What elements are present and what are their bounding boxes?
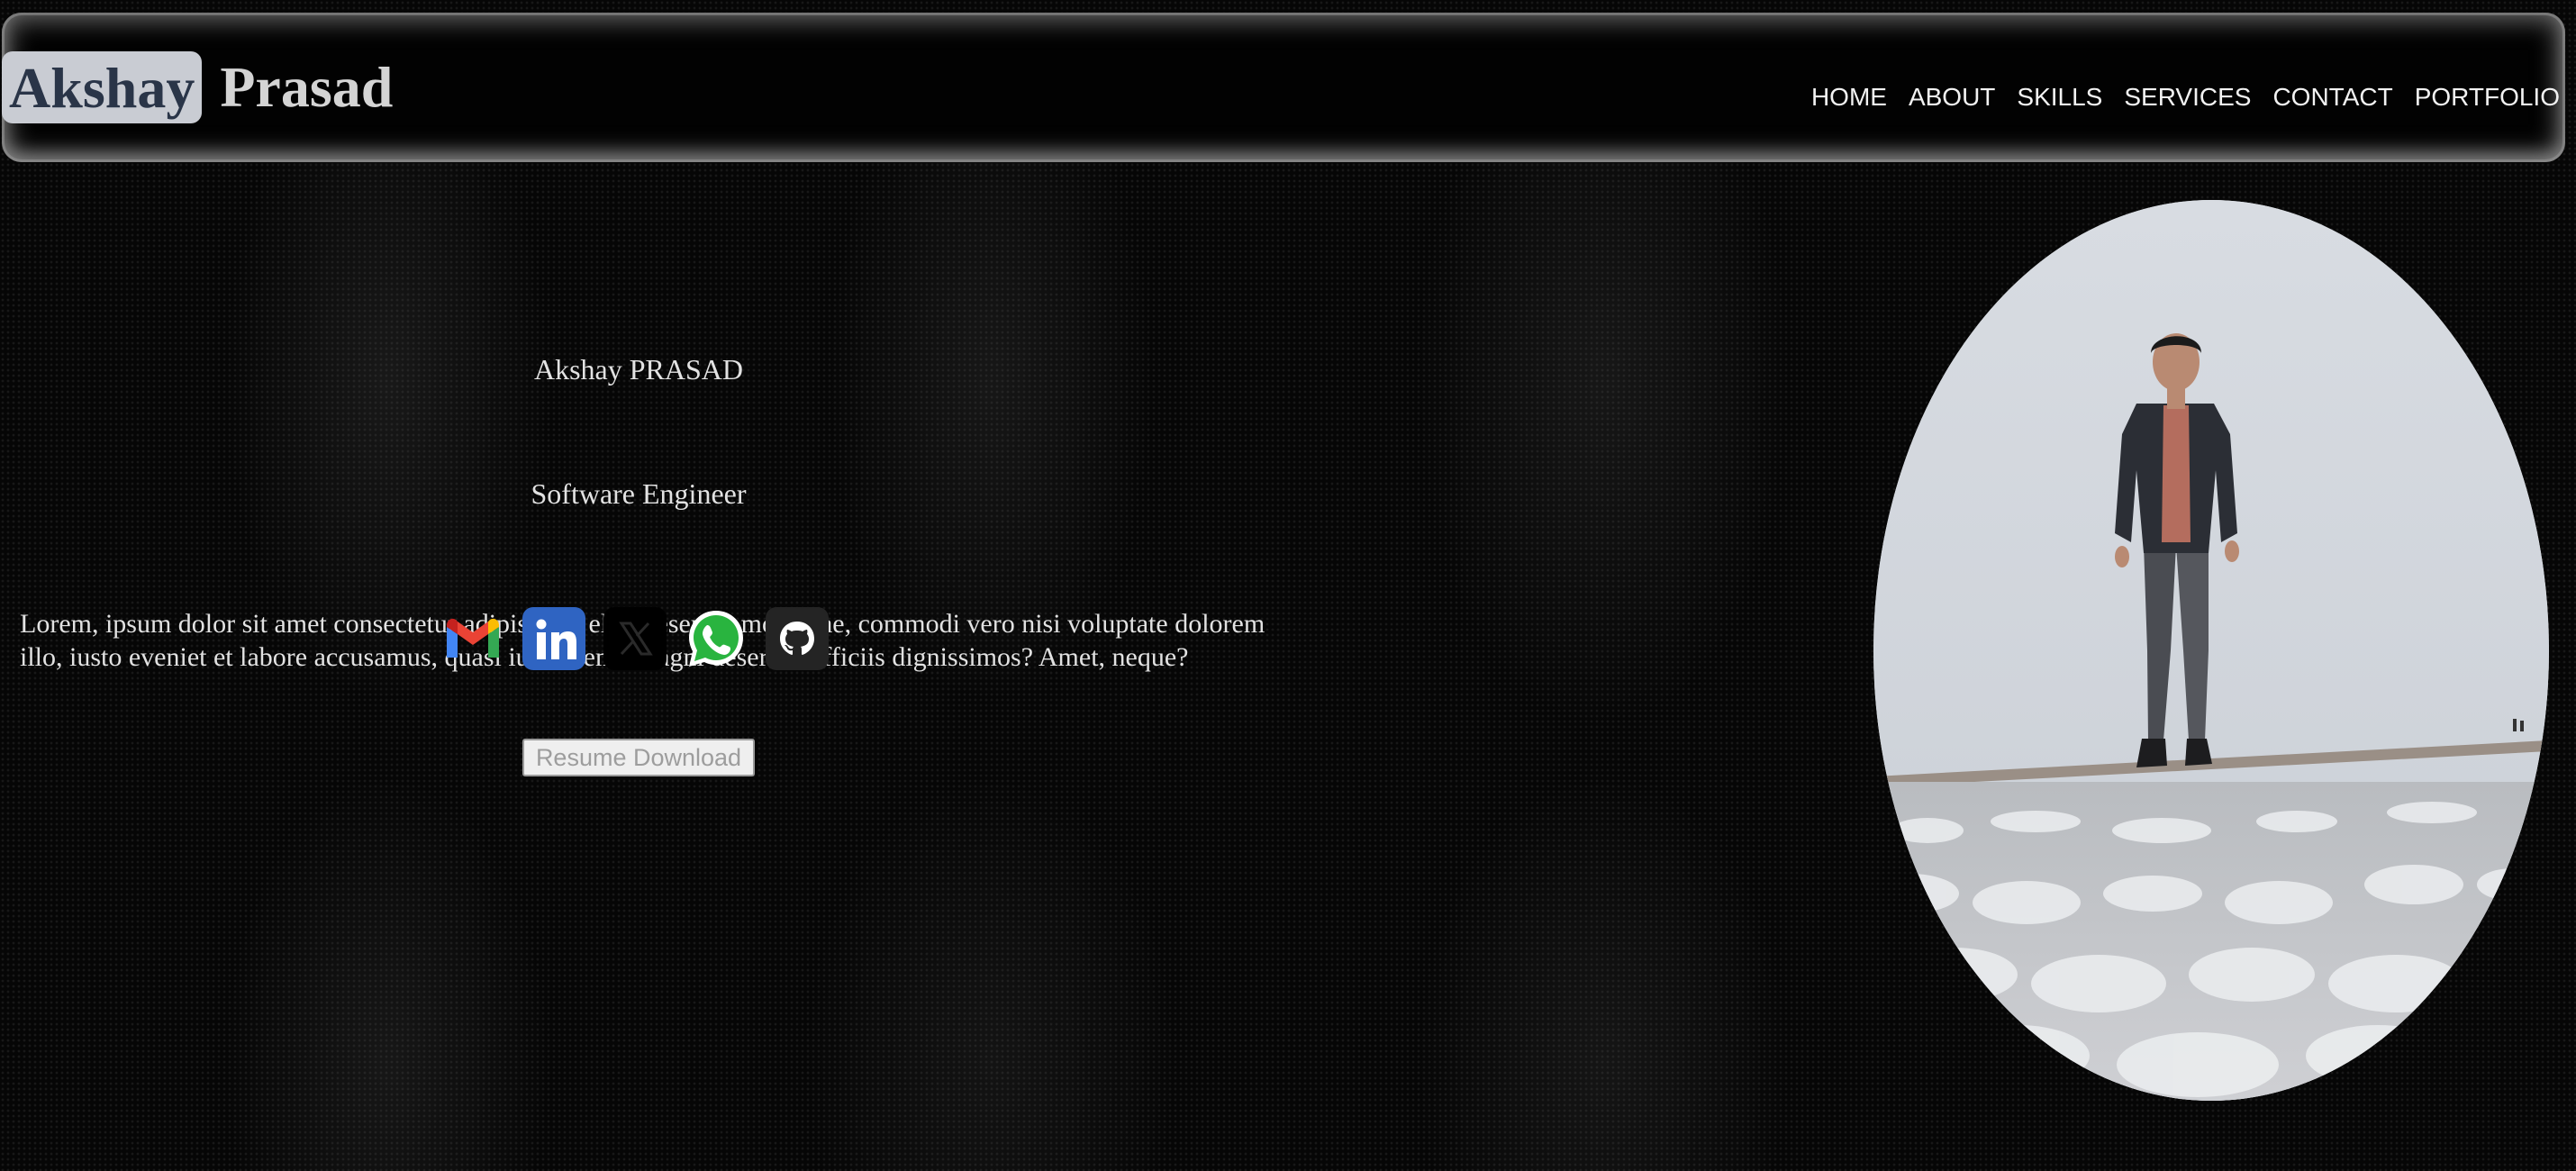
- nav-home-link[interactable]: HOME: [1811, 83, 1887, 112]
- header-bar: Akshay Prasad HOME ABOUT SKILLS SERVICES…: [2, 13, 2565, 162]
- logo[interactable]: Akshay Prasad: [2, 50, 393, 124]
- logo-last-name: Prasad: [220, 55, 394, 119]
- nav-portfolio-link[interactable]: PORTFOLIO: [2415, 83, 2560, 112]
- resume-download-button[interactable]: Resume Download: [522, 739, 755, 776]
- nav-skills-link[interactable]: SKILLS: [2017, 83, 2102, 112]
- linkedin-icon[interactable]: [522, 607, 585, 670]
- nav-contact-link[interactable]: CONTACT: [2272, 83, 2392, 112]
- logo-first-name: Akshay: [2, 51, 203, 123]
- nav-services-link[interactable]: SERVICES: [2124, 83, 2251, 112]
- profile-photo: [1873, 200, 2549, 1101]
- hero-name: Akshay PRASAD: [533, 353, 744, 386]
- page: Akshay Prasad HOME ABOUT SKILLS SERVICES…: [0, 0, 2576, 1171]
- main-nav: HOME ABOUT SKILLS SERVICES CONTACT PORTF…: [1811, 83, 2560, 112]
- gmail-icon[interactable]: [441, 607, 504, 670]
- nav-about-link[interactable]: ABOUT: [1909, 83, 1995, 112]
- hero-role: Software Engineer: [531, 477, 747, 510]
- x-icon[interactable]: [603, 607, 667, 670]
- github-icon[interactable]: [766, 607, 829, 670]
- whatsapp-icon[interactable]: [685, 607, 748, 670]
- social-links: [441, 607, 829, 670]
